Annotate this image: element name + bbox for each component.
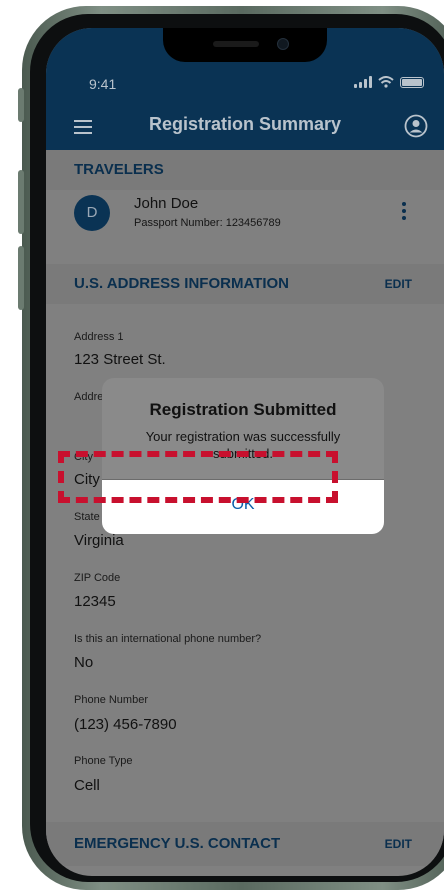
status-time: 9:41: [89, 76, 117, 92]
notch: [163, 28, 327, 62]
camera-icon: [277, 38, 289, 50]
travelers-section-header: TRAVELERS: [46, 150, 444, 190]
phone-number-value: (123) 456-7890: [74, 716, 177, 733]
address1-label: Address 1: [74, 331, 124, 343]
emergency-section-title: EMERGENCY U.S. CONTACT: [74, 835, 281, 852]
app-header: Registration Summary: [46, 102, 444, 150]
speaker: [213, 41, 259, 47]
phone-type-label: Phone Type: [74, 755, 133, 767]
dialog-title: Registration Submitted: [149, 400, 337, 419]
registration-dialog: Registration Submitted Your registration…: [102, 378, 384, 534]
traveler-row[interactable]: D John Doe Passport Number: 123456789: [46, 190, 444, 248]
traveler-passport: Passport Number: 123456789: [134, 217, 281, 229]
address-section-title: U.S. ADDRESS INFORMATION: [74, 275, 290, 292]
travelers-section-title: TRAVELERS: [74, 161, 164, 178]
dialog-message: Your registration was successfully submi…: [145, 429, 341, 461]
emergency-section-header: EMERGENCY U.S. CONTACT EDIT: [46, 822, 444, 866]
phone-mute-switch: [18, 88, 24, 122]
avatar: D: [74, 195, 110, 231]
signal-icon: [354, 76, 372, 88]
phone-volume-up: [18, 170, 24, 234]
wifi-icon: [378, 76, 394, 88]
page-title: Registration Summary: [148, 114, 342, 134]
edit-address-button[interactable]: EDIT: [385, 277, 412, 291]
state-label: State: [74, 511, 100, 523]
phone-volume-down: [18, 246, 24, 310]
zip-label: ZIP Code: [74, 572, 121, 584]
edit-emergency-button[interactable]: EDIT: [385, 837, 412, 851]
more-options-icon[interactable]: [402, 202, 406, 223]
intl-phone-value: No: [74, 654, 94, 671]
user-profile-icon[interactable]: [404, 114, 428, 138]
phone-number-label: Phone Number: [74, 694, 148, 706]
address1-value: 123 Street St.: [74, 351, 166, 368]
traveler-name: John Doe: [134, 195, 199, 212]
ok-button[interactable]: OK: [102, 480, 384, 534]
city-value: City: [74, 471, 100, 488]
battery-icon: [400, 76, 424, 88]
phone-screen: 9:41 Registration Summary TRAVELERS D Jo…: [46, 28, 444, 876]
intl-phone-label: Is this an international phone number?: [74, 633, 262, 645]
city-label: City: [74, 451, 93, 463]
status-icons: [354, 76, 424, 88]
address-section-header: U.S. ADDRESS INFORMATION EDIT: [46, 264, 444, 304]
zip-value: 12345: [74, 593, 116, 610]
state-value: Virginia: [74, 532, 124, 549]
phone-type-value: Cell: [74, 777, 100, 794]
